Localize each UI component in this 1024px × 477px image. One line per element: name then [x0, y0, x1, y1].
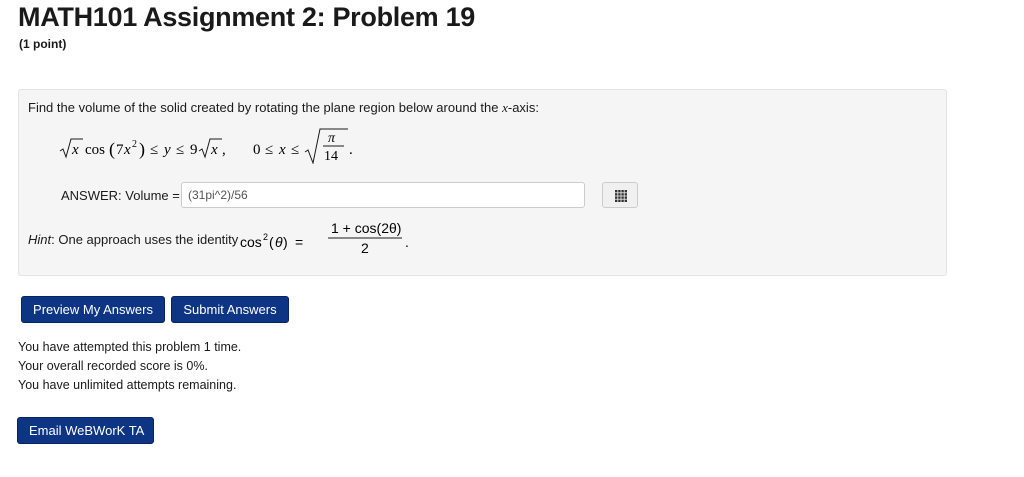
- prompt-suffix: -axis:: [507, 100, 539, 115]
- answer-row: ANSWER: Volume =: [61, 182, 638, 210]
- hint-label: Hint: [28, 232, 52, 247]
- hint-text: Hint: One approach uses the identity: [28, 232, 238, 247]
- zero: 0: [253, 142, 261, 158]
- attempt-status: You have attempted this problem 1 time. …: [18, 338, 241, 395]
- region-inequality: x cos ( 7 x 2 ) ≤ y ≤ 9 x , 0 ≤ x ≤ π 14…: [59, 128, 379, 164]
- hint-cos-exp: 2: [263, 232, 268, 242]
- hint-paren-open: (: [269, 234, 274, 250]
- cos-exp: 2: [132, 139, 137, 150]
- cos-fn: cos: [85, 142, 105, 158]
- inequality-math: x cos ( 7 x 2 ) ≤ y ≤ 9 x , 0 ≤ x ≤ π 14…: [59, 128, 353, 164]
- grid-icon: [615, 190, 627, 202]
- problem-page: MATH101 Assignment 2: Problem 19 (1 poin…: [0, 0, 1024, 477]
- comma: ,: [222, 142, 226, 158]
- hint-body: : One approach uses the identity: [51, 232, 239, 247]
- x-var: x: [278, 142, 286, 158]
- answer-input[interactable]: [181, 182, 585, 208]
- cos-var: x: [123, 142, 131, 158]
- hint: Hint: One approach uses the identity cos…: [28, 218, 428, 258]
- leq-2: ≤: [176, 142, 184, 158]
- cos-coef: 7: [116, 142, 124, 158]
- hint-equals: =: [295, 234, 303, 250]
- equation-editor-button[interactable]: [602, 182, 638, 208]
- email-ta-button[interactable]: Email WeBWorK TA: [17, 417, 154, 444]
- remaining-text: You have unlimited attempts remaining.: [18, 378, 237, 392]
- hint-theta: θ: [275, 234, 283, 250]
- hint-period: .: [405, 234, 409, 250]
- sqrt-var-2: x: [210, 142, 218, 158]
- hint-paren-close: ): [283, 234, 288, 250]
- sqrt-var-1: x: [71, 142, 79, 158]
- problem-prompt: Find the volume of the solid created by …: [28, 100, 539, 116]
- attempts-text: You have attempted this problem 1 time.: [18, 340, 242, 354]
- frac-pi: π: [328, 131, 336, 146]
- paren-open: (: [109, 139, 115, 160]
- page-title: MATH101 Assignment 2: Problem 19: [18, 2, 476, 32]
- y-var: y: [162, 142, 171, 158]
- bound-coef: 9: [190, 142, 198, 158]
- hint-identity-math: cos 2 ( θ ) = 1 + cos(2θ) 2 .: [240, 220, 409, 256]
- frac-denom: 14: [324, 149, 338, 164]
- paren-close: ): [139, 139, 145, 160]
- hint-denominator: 2: [361, 240, 369, 256]
- leq-4: ≤: [291, 142, 299, 158]
- hint-numerator: 1 + cos(2θ): [331, 220, 401, 236]
- prompt-text: Find the volume of the solid created by …: [28, 100, 503, 115]
- hint-cos: cos: [240, 234, 262, 250]
- submit-answers-button[interactable]: Submit Answers: [171, 296, 289, 323]
- leq-1: ≤: [150, 142, 158, 158]
- score-text: Your overall recorded score is 0%.: [18, 359, 208, 373]
- period: .: [349, 142, 353, 158]
- problem-points: (1 point): [19, 37, 67, 51]
- preview-answers-button[interactable]: Preview My Answers: [21, 296, 165, 323]
- problem-panel: Find the volume of the solid created by …: [18, 89, 947, 276]
- leq-3: ≤: [265, 142, 273, 158]
- answer-label: ANSWER: Volume =: [61, 188, 180, 203]
